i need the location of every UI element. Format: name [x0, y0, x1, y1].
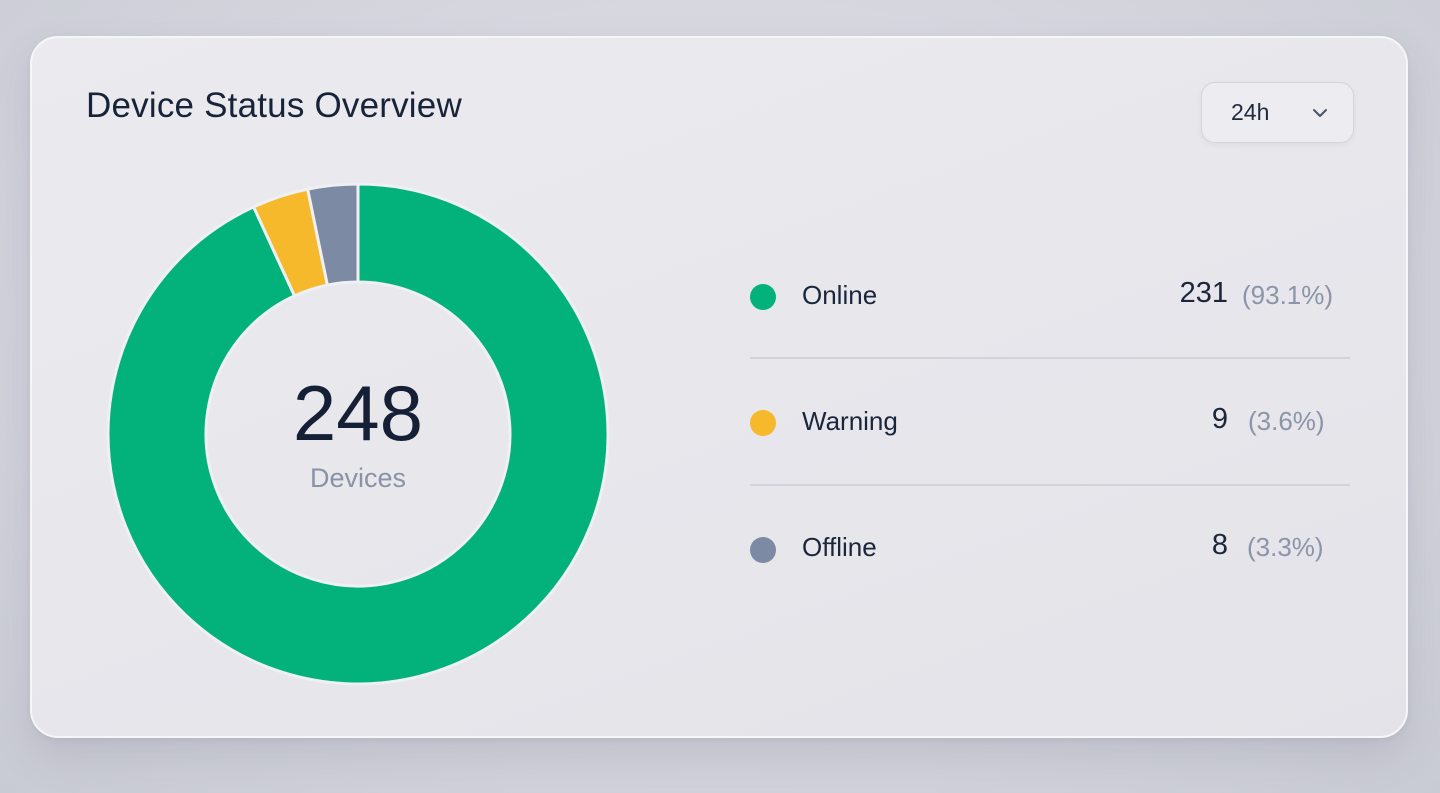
- legend-count-offline: 8: [1211, 529, 1228, 561]
- time-range-value: 24h: [1231, 99, 1270, 125]
- legend-percent-warning: (3.6%): [1248, 406, 1325, 436]
- legend-label-warning: Warning: [802, 406, 898, 436]
- total-device-label: Devices: [309, 463, 407, 493]
- online-status-dot: [750, 284, 776, 310]
- legend-percent-online: (93.1%): [1242, 280, 1334, 310]
- chevron-down-icon: [1313, 108, 1327, 117]
- legend-count-warning: 9: [1211, 403, 1228, 435]
- legend-label-online: Online: [802, 280, 878, 310]
- device-status-card: Device Status Overview 24h 248 Devices O…: [30, 36, 1408, 738]
- card-title: Device Status Overview: [86, 86, 462, 125]
- donut-chart: 248 Devices: [106, 176, 610, 692]
- legend-item-online: Online 231 (93.1%): [750, 234, 1350, 360]
- legend-item-warning: Warning 9 (3.6%): [750, 360, 1350, 486]
- legend-count-online: 231: [1179, 277, 1228, 309]
- legend-label-offline: Offline: [802, 532, 877, 562]
- legend-percent-offline: (3.3%): [1247, 532, 1324, 562]
- offline-status-dot: [750, 537, 776, 563]
- legend-item-offline: Offline 8 (3.3%): [750, 486, 1350, 612]
- legend-divider: [750, 357, 1350, 359]
- time-range-select[interactable]: 24h: [1201, 82, 1354, 143]
- total-device-count: 248: [292, 369, 424, 457]
- warning-status-dot: [750, 410, 776, 436]
- status-legend: Online 231 (93.1%) Warning 9 (3.6%) Offl…: [750, 234, 1350, 612]
